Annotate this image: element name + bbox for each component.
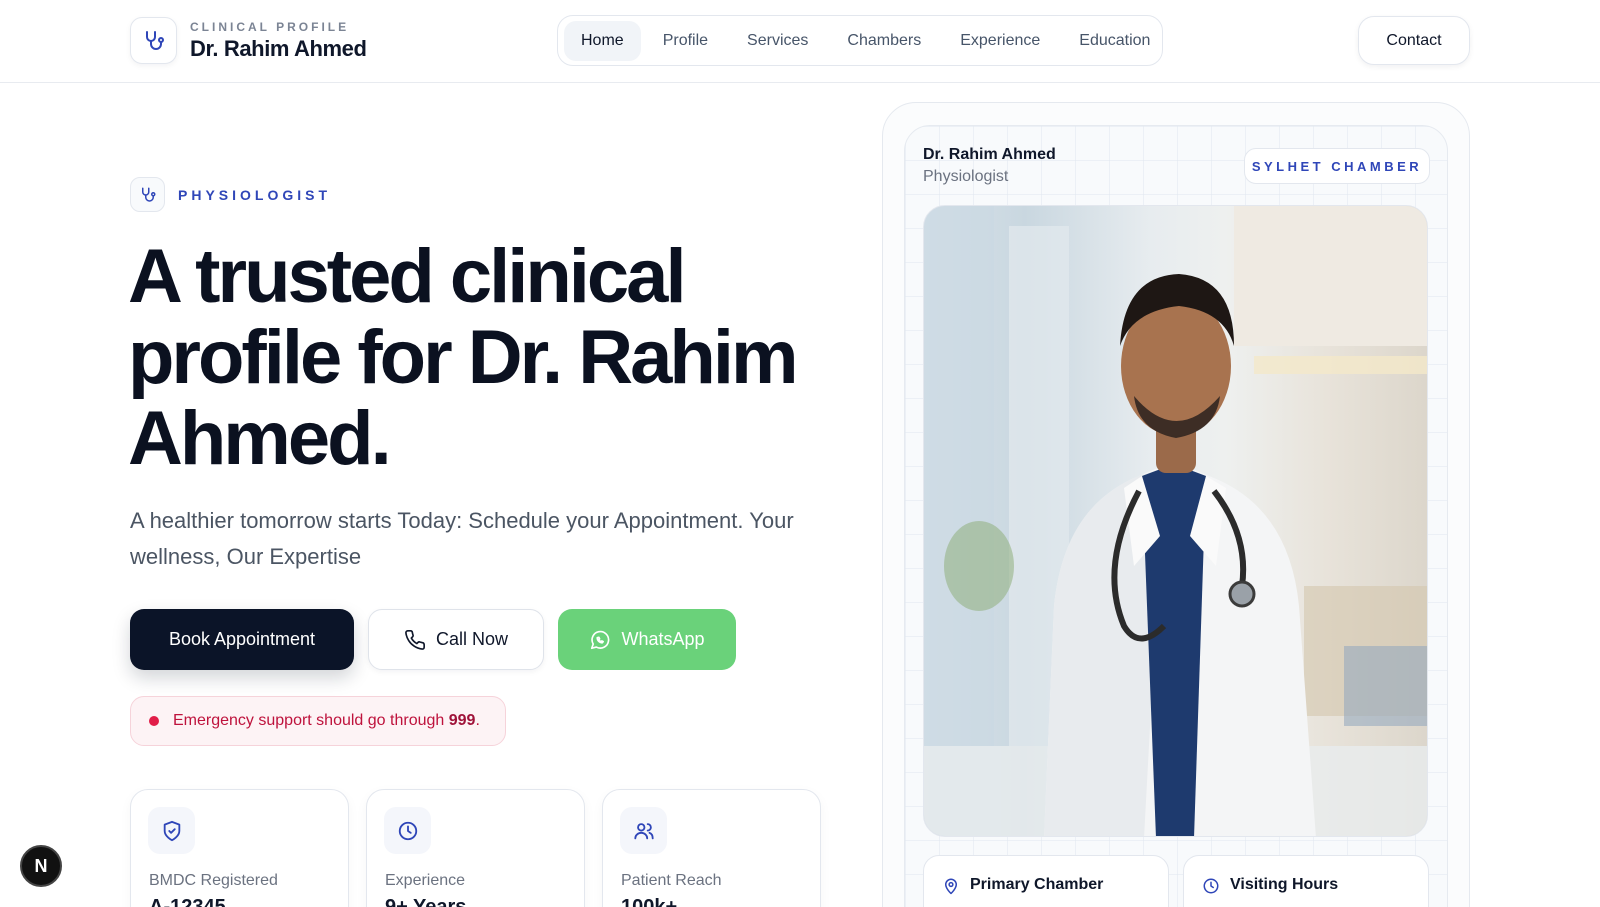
stat-card-bmdc: BMDC Registered A-12345 xyxy=(130,789,349,907)
doctor-photo xyxy=(923,205,1428,837)
map-pin-icon xyxy=(945,878,957,895)
visiting-hours-card[interactable]: Visiting Hours xyxy=(1183,855,1429,907)
whatsapp-label: WhatsApp xyxy=(621,629,705,649)
nav-item-profile[interactable]: Profile xyxy=(646,21,725,61)
profile-card-role: Physiologist xyxy=(923,168,1009,185)
nav-item-home[interactable]: Home xyxy=(564,20,641,61)
shield-check-icon xyxy=(148,807,195,854)
nav-item-experience[interactable]: Experience xyxy=(943,21,1057,61)
stat-value: 9+ Years xyxy=(385,896,467,907)
specialty-label: PHYSIOLOGIST xyxy=(178,186,332,203)
profile-card-name: Dr. Rahim Ahmed xyxy=(923,146,1056,163)
book-appointment-button[interactable]: Book Appointment xyxy=(130,609,354,670)
dev-tools-badge[interactable]: N xyxy=(20,845,62,887)
clock-icon xyxy=(1203,878,1219,894)
stat-card-experience: Experience 9+ Years xyxy=(366,789,585,907)
main-nav: Home Profile Services Chambers Experienc… xyxy=(557,15,1163,66)
brand[interactable]: CLINICAL PROFILE Dr. Rahim Ahmed xyxy=(130,17,367,64)
alert-text: Emergency support should go through 999. xyxy=(173,712,480,730)
hero-headline: A trusted clinical profile for Dr. Rahim… xyxy=(128,234,799,481)
book-appointment-label: Book Appointment xyxy=(168,629,316,649)
cta-buttons: Book Appointment Call Now WhatsApp xyxy=(130,609,750,670)
hero-subhead: A healthier tomorrow starts Today: Sched… xyxy=(130,508,794,569)
nav-item-chambers[interactable]: Chambers xyxy=(830,21,938,61)
whatsapp-button[interactable]: WhatsApp xyxy=(558,609,736,670)
brand-name: Dr. Rahim Ahmed xyxy=(190,35,367,61)
brand-eyebrow: CLINICAL PROFILE xyxy=(190,19,350,34)
stat-card-patient-reach: Patient Reach 100k+ xyxy=(602,789,821,907)
contact-button[interactable]: Contact xyxy=(1358,16,1470,65)
primary-chamber-label: Primary Chamber xyxy=(970,876,1104,893)
alert-dot-icon xyxy=(149,716,159,726)
call-now-label: Call Now xyxy=(435,629,509,649)
stethoscope-icon xyxy=(130,17,177,64)
stat-label: Patient Reach xyxy=(621,872,722,889)
call-now-button[interactable]: Call Now xyxy=(368,609,544,670)
nav-item-services[interactable]: Services xyxy=(730,21,825,61)
alert-suffix: . xyxy=(475,712,480,729)
stat-value: 100k+ xyxy=(621,896,678,907)
stat-label: Experience xyxy=(385,872,466,889)
phone-icon xyxy=(405,629,425,650)
nav-item-education[interactable]: Education xyxy=(1062,21,1167,61)
stat-value: A-12345 xyxy=(149,896,226,907)
users-icon xyxy=(620,807,667,854)
stat-label: BMDC Registered xyxy=(149,872,278,889)
emergency-alert: Emergency support should go through 999. xyxy=(130,696,506,746)
site-header: CLINICAL PROFILE Dr. Rahim Ahmed Home Pr… xyxy=(0,0,1600,83)
whatsapp-icon xyxy=(591,630,610,649)
alert-message: Emergency support should go through xyxy=(173,712,449,729)
primary-chamber-card[interactable]: Primary Chamber xyxy=(923,855,1169,907)
chamber-badge: SYLHET CHAMBER xyxy=(1244,148,1430,184)
visiting-hours-label: Visiting Hours xyxy=(1230,876,1339,893)
stethoscope-icon xyxy=(130,177,165,212)
emergency-number: 999 xyxy=(448,712,476,729)
specialty-eyebrow: PHYSIOLOGIST xyxy=(130,177,331,212)
clock-icon xyxy=(384,807,431,854)
